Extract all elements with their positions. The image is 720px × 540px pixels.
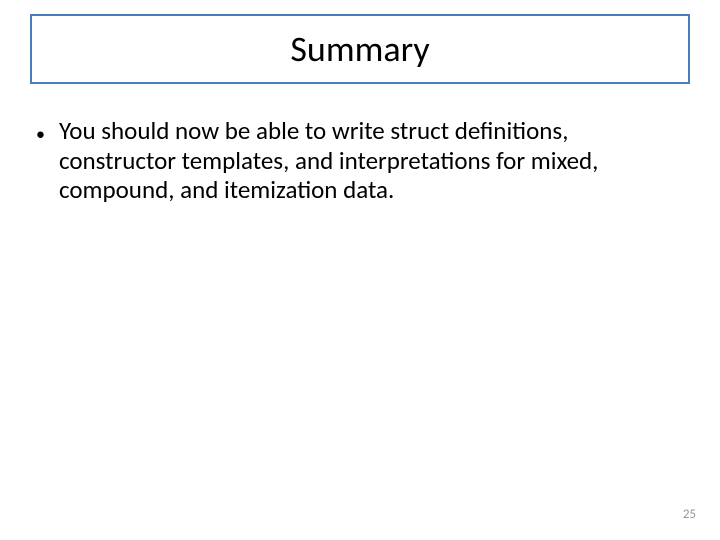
page-number: 25	[683, 507, 696, 522]
content-area: • You should now be able to write struct…	[36, 116, 686, 205]
title-box: Summary	[30, 14, 690, 84]
list-item: • You should now be able to write struct…	[36, 116, 686, 205]
bullet-icon: •	[36, 116, 45, 150]
slide-title: Summary	[290, 27, 429, 71]
bullet-text: You should now be able to write struct d…	[59, 116, 686, 205]
